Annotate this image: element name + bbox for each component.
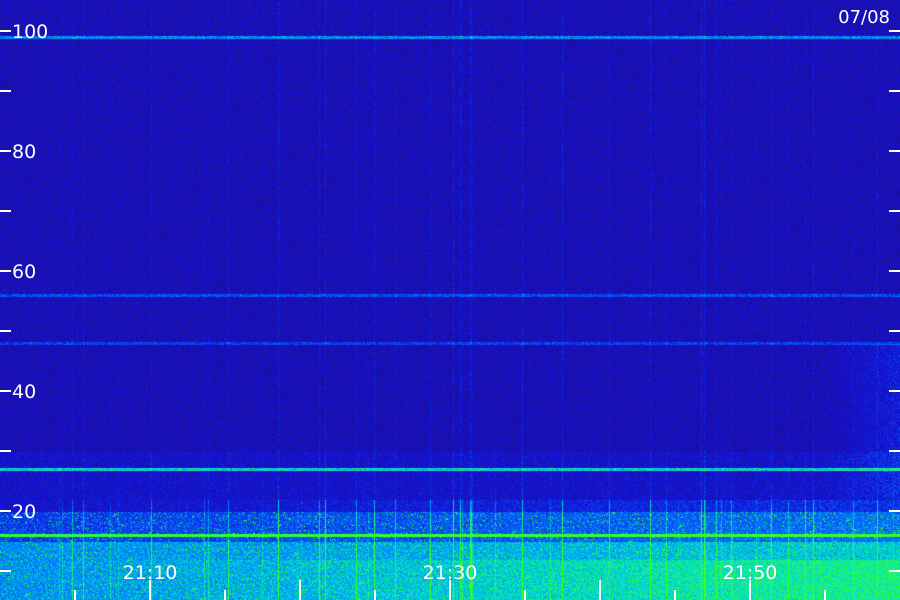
spectrogram-panel: 20 40 60 80 100 21:10 21:30 21:50 07/08 xyxy=(0,0,900,600)
y-tick-label: 80 xyxy=(12,141,36,163)
y-tick-label: 100 xyxy=(12,21,48,43)
date-label: 07/08 xyxy=(838,7,890,28)
y-tick-label: 40 xyxy=(12,381,36,403)
axes-overlay: 20 40 60 80 100 21:10 21:30 21:50 07/08 xyxy=(0,7,900,600)
x-tick-label: 21:10 xyxy=(123,562,178,584)
y-tick-label: 20 xyxy=(12,501,36,523)
x-tick-label: 21:30 xyxy=(423,562,478,584)
x-axis-ticks: 21:10 21:30 21:50 xyxy=(74,562,826,600)
x-tick-label: 21:50 xyxy=(723,562,778,584)
y-axis-ticks: 20 40 60 80 100 xyxy=(0,21,900,572)
y-tick-label: 60 xyxy=(12,261,36,283)
